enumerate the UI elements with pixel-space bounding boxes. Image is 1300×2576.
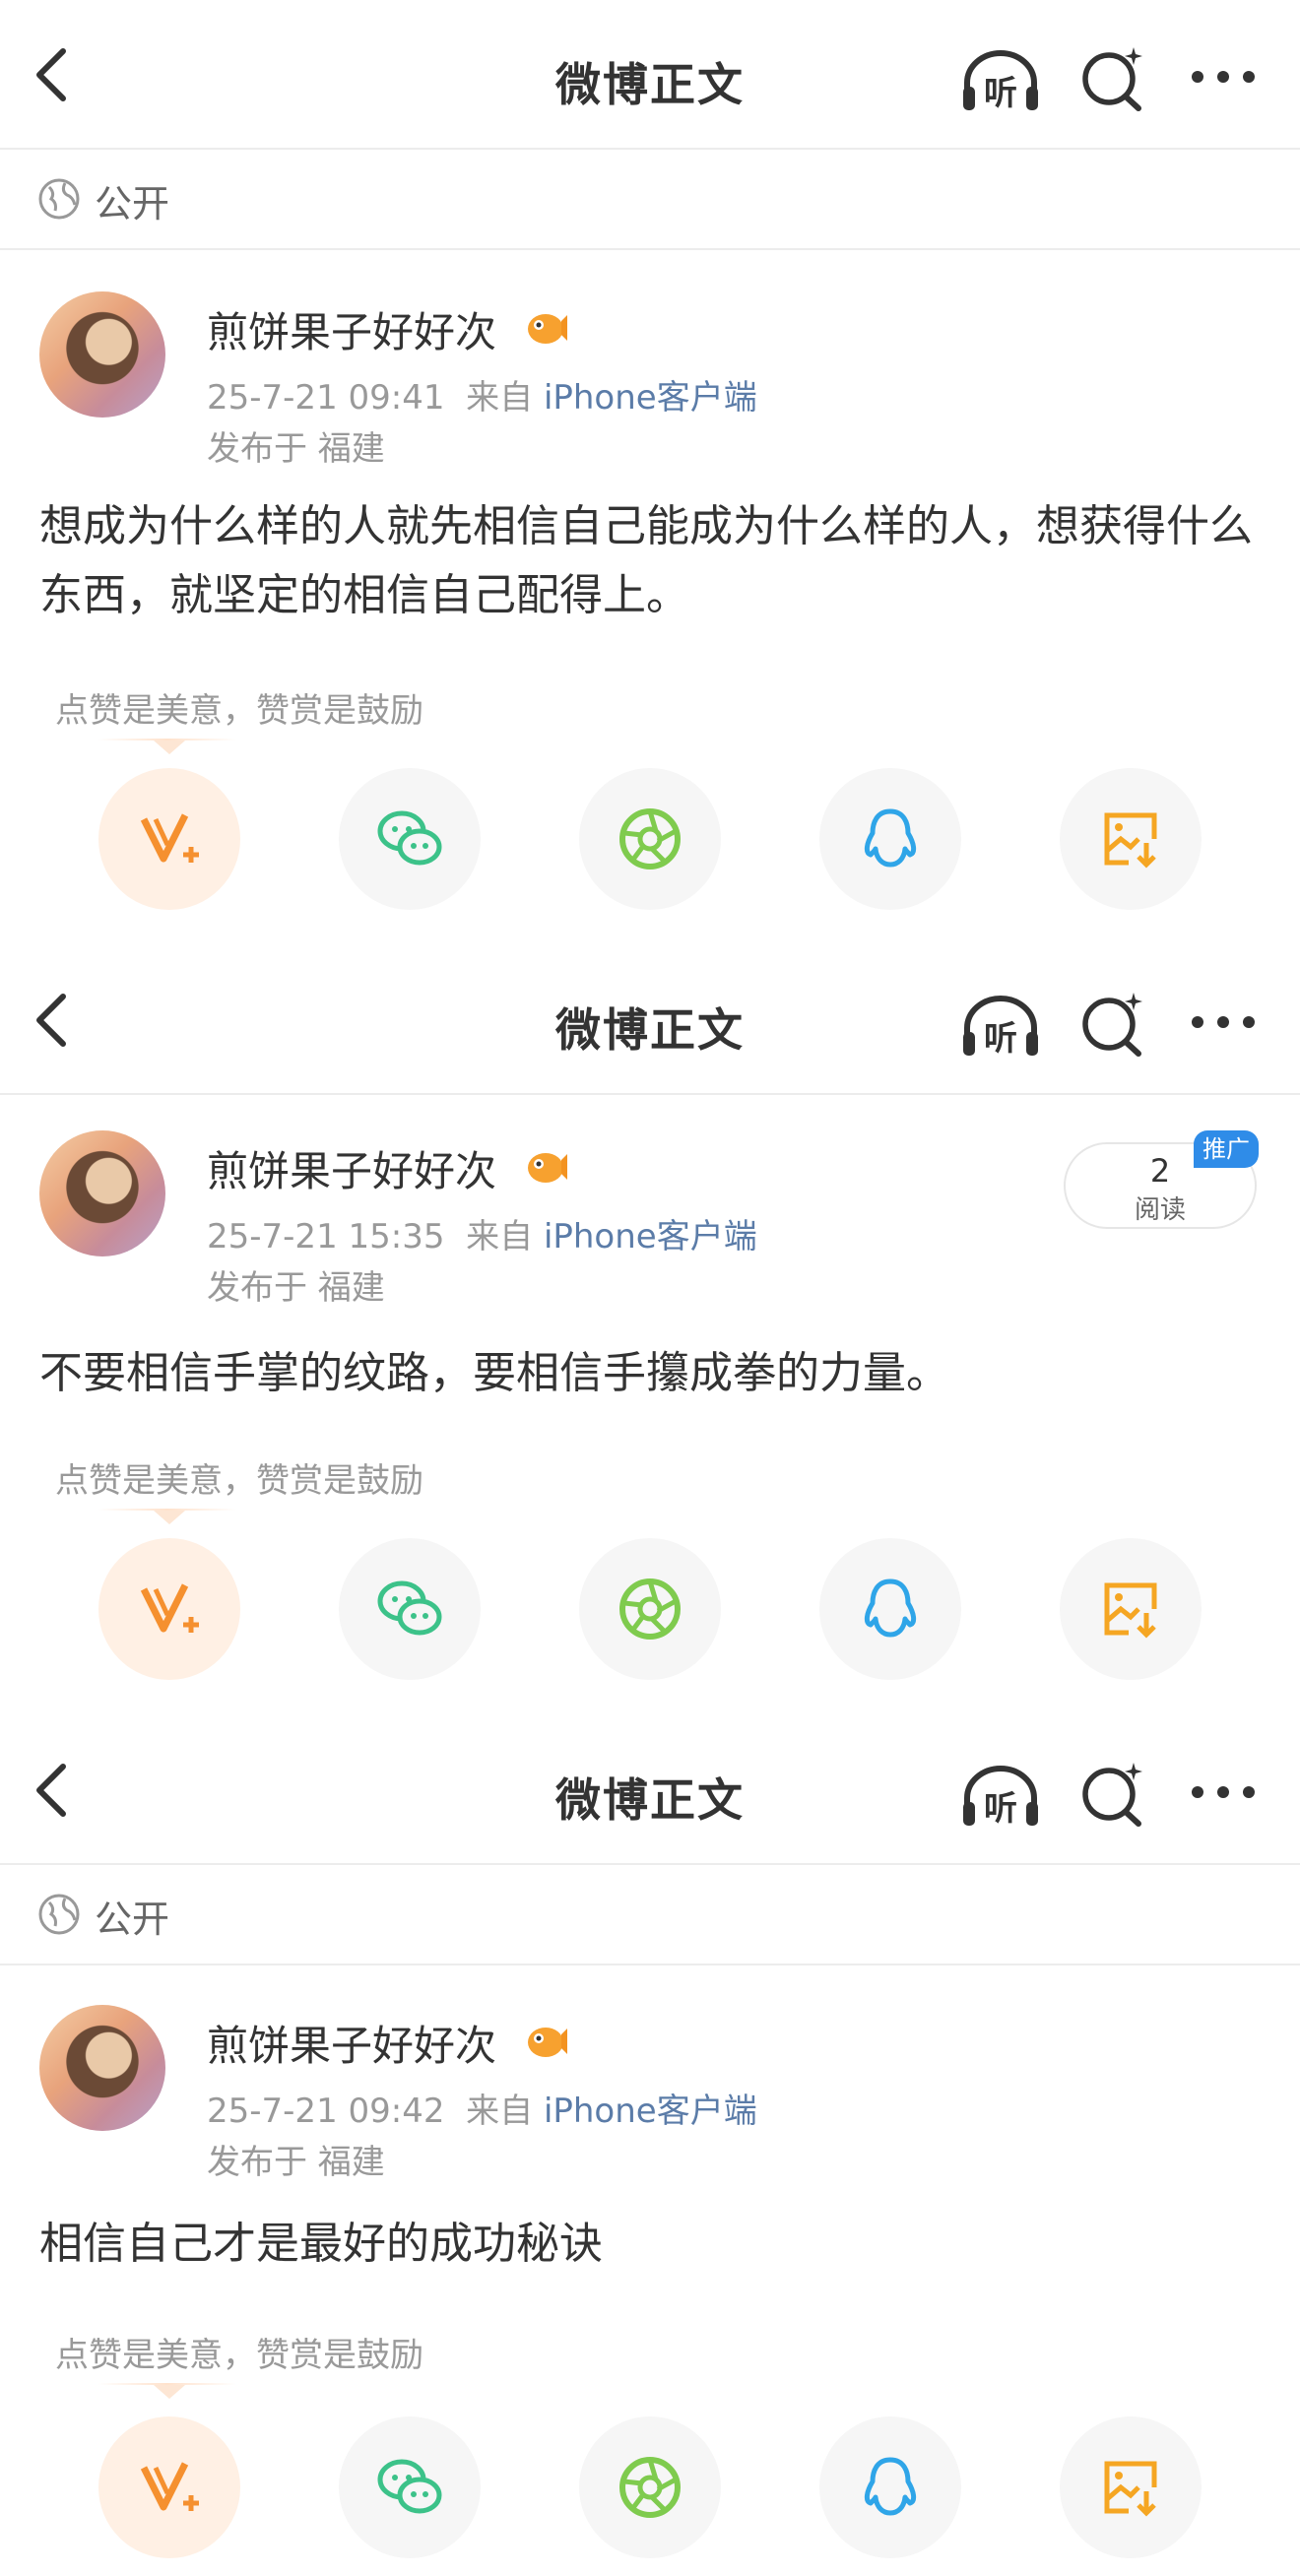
nav-bar: 微博正文 听	[0, 0, 1300, 150]
nav-bar: 微博正文 听	[0, 1715, 1300, 1865]
share-tip: 点赞是美意，赞赏是鼓励	[55, 691, 423, 731]
post-location: 发布于 福建	[207, 2143, 385, 2182]
tip-arrow	[154, 2385, 185, 2399]
post-screen-2: 微博正文 听 煎饼果子好好次 25-7-21 15:35 来自 iPhone客户…	[0, 945, 1300, 1745]
qq-share-button[interactable]	[819, 1538, 961, 1680]
post-meta: 25-7-21 09:41 来自 iPhone客户端	[207, 370, 757, 419]
post-meta: 25-7-21 15:35 来自 iPhone客户端	[207, 1209, 757, 1257]
save-image-icon	[1104, 812, 1157, 869]
search-icon[interactable]	[1079, 43, 1144, 112]
save-image-button[interactable]	[1060, 2416, 1202, 2558]
listen-headphones-icon[interactable]: 听	[959, 993, 1042, 1058]
visibility-label: 公开	[95, 182, 170, 225]
post-screen-3: 微博正文 听 公开 煎饼果子好好次 25-7-21 09:42 来自 iPhon…	[0, 1715, 1300, 2576]
user-name[interactable]: 煎饼果子好好次	[207, 1138, 496, 1198]
listen-headphones-icon[interactable]: 听	[959, 1763, 1042, 1828]
visibility-row: 公开	[0, 1867, 1300, 1965]
user-name[interactable]: 煎饼果子好好次	[207, 299, 496, 359]
qq-penguin-icon	[864, 1578, 917, 1638]
moments-shutter-icon	[619, 2457, 681, 2518]
wechat-icon	[377, 1580, 442, 1636]
orange-fish-badge-icon[interactable]	[522, 1144, 567, 1190]
moments-share-button[interactable]	[579, 1538, 721, 1680]
wechat-icon	[377, 810, 442, 866]
source-link[interactable]: iPhone客户端	[544, 1217, 757, 1256]
qq-penguin-icon	[864, 2457, 917, 2516]
wechat-share-button[interactable]	[339, 768, 481, 910]
qq-penguin-icon	[864, 808, 917, 868]
post-text: 想成为什么样的人就先相信自己能成为什么样的人，想获得什么东西，就坚定的相信自己配…	[39, 501, 1253, 620]
avatar[interactable]	[39, 2005, 165, 2131]
post-location: 发布于 福建	[207, 1268, 385, 1308]
orange-fish-badge-icon[interactable]	[522, 2019, 567, 2064]
save-image-button[interactable]	[1060, 768, 1202, 910]
post-time: 25-7-21 09:42	[207, 2092, 445, 2131]
qq-share-button[interactable]	[819, 768, 961, 910]
search-icon[interactable]	[1079, 1759, 1144, 1828]
reward-button[interactable]	[98, 2416, 240, 2558]
post-screen-1: 微博正文 听 公开 煎饼果子好好次 25-7-21 09:41 来自 iPhon…	[0, 0, 1300, 945]
post-time: 25-7-21 09:41	[207, 378, 445, 418]
share-tip: 点赞是美意，赞赏是鼓励	[55, 1461, 423, 1501]
more-icon[interactable]	[1190, 1784, 1257, 1800]
reward-v-icon	[140, 1583, 199, 1633]
source-link[interactable]: iPhone客户端	[544, 2092, 757, 2131]
moments-shutter-icon	[619, 808, 681, 869]
tip-arrow	[154, 741, 185, 754]
tip-arrow	[154, 1511, 185, 1524]
post-text: 相信自己才是最好的成功秘诀	[39, 2219, 603, 2269]
source-prefix: 来自	[466, 378, 534, 418]
listen-headphones-icon[interactable]: 听	[959, 47, 1042, 112]
user-name[interactable]: 煎饼果子好好次	[207, 2013, 496, 2073]
moments-share-button[interactable]	[579, 2416, 721, 2558]
read-label: 阅读	[1134, 1195, 1186, 1225]
globe-icon	[38, 1894, 80, 1935]
more-icon[interactable]	[1190, 1014, 1257, 1030]
promote-tag[interactable]: 推广	[1194, 1130, 1259, 1168]
post-meta: 25-7-21 09:42 来自 iPhone客户端	[207, 2084, 757, 2132]
source-link[interactable]: iPhone客户端	[544, 378, 757, 418]
post-text: 不要相信手掌的纹路，要相信手攥成拳的力量。	[39, 1348, 949, 1398]
post-location: 发布于 福建	[207, 429, 385, 469]
visibility-label: 公开	[95, 1898, 170, 1941]
reward-button[interactable]	[98, 768, 240, 910]
reward-v-icon	[140, 2462, 199, 2511]
avatar[interactable]	[39, 1130, 165, 1256]
source-prefix: 来自	[466, 1217, 534, 1256]
visibility-row: 公开	[0, 152, 1300, 250]
reward-v-icon	[140, 813, 199, 863]
moments-share-button[interactable]	[579, 768, 721, 910]
globe-icon	[38, 178, 80, 220]
moments-shutter-icon	[619, 1578, 681, 1640]
share-tip: 点赞是美意，赞赏是鼓励	[55, 2336, 423, 2375]
svg-text:听: 听	[984, 74, 1017, 112]
qq-share-button[interactable]	[819, 2416, 961, 2558]
save-image-icon	[1104, 2461, 1157, 2517]
avatar[interactable]	[39, 291, 165, 418]
search-icon[interactable]	[1079, 989, 1144, 1058]
reward-button[interactable]	[98, 1538, 240, 1680]
orange-fish-badge-icon[interactable]	[522, 305, 567, 351]
svg-text:听: 听	[984, 1789, 1017, 1828]
more-icon[interactable]	[1190, 69, 1257, 85]
svg-text:听: 听	[984, 1019, 1017, 1058]
save-image-icon	[1104, 1582, 1157, 1639]
post-time: 25-7-21 15:35	[207, 1217, 445, 1256]
save-image-button[interactable]	[1060, 1538, 1202, 1680]
wechat-icon	[377, 2459, 442, 2514]
wechat-share-button[interactable]	[339, 2416, 481, 2558]
source-prefix: 来自	[466, 2092, 534, 2131]
nav-bar: 微博正文 听	[0, 945, 1300, 1095]
wechat-share-button[interactable]	[339, 1538, 481, 1680]
